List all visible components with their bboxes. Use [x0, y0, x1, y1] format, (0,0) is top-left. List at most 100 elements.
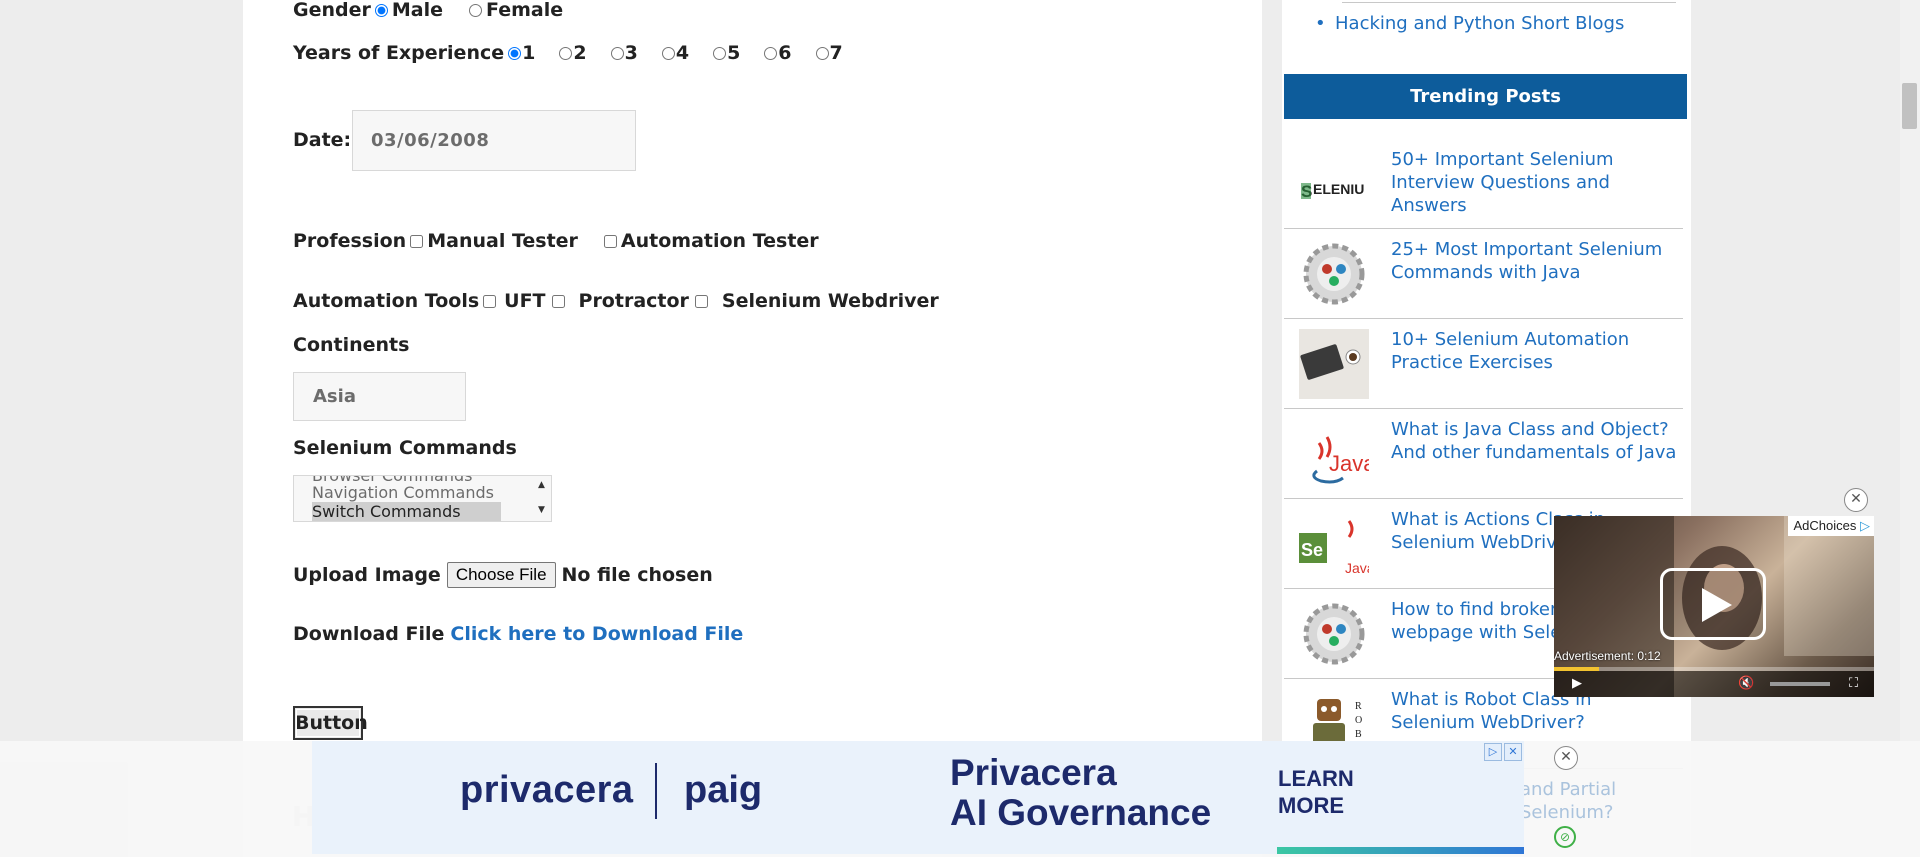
banner-divider: [655, 763, 657, 819]
manual-tester-checkbox[interactable]: [410, 234, 424, 248]
ad-close-small-icon[interactable]: ✕: [1504, 743, 1522, 761]
main-button[interactable]: Button: [293, 706, 368, 740]
trending-post[interactable]: SELENIU 50+ Important Selenium Interview…: [1284, 139, 1683, 229]
scroll-up-icon[interactable]: ▲: [538, 480, 545, 490]
banner-headline-line2: AI Governance: [950, 792, 1212, 833]
experience-radio-4[interactable]: [661, 46, 675, 60]
banner-headline: Privacera AI Governance: [950, 753, 1211, 833]
gender-female-label: Female: [486, 0, 564, 21]
post-thumbnail[interactable]: Se Java: [1299, 511, 1369, 581]
banner-brand: privacera: [460, 769, 634, 811]
uft-checkbox[interactable]: [483, 294, 497, 308]
continents-select[interactable]: Asia: [293, 372, 466, 421]
experience-row: Years of Experience 1 2 3 4 5 6 7: [293, 42, 843, 64]
experience-radio-6[interactable]: [764, 46, 778, 60]
manual-tester-label: Manual Tester: [427, 230, 578, 252]
gender-row: Gender Male Female: [293, 0, 563, 21]
gender-male-label: Male: [391, 0, 444, 21]
experience-option-4: 4: [675, 42, 690, 64]
post-title[interactable]: 10+ Selenium Automation Practice Exercis…: [1391, 328, 1681, 374]
profession-label: Profession: [293, 230, 407, 252]
banner-ad[interactable]: privacera paig Privacera AI Governance L…: [312, 741, 1524, 854]
download-link[interactable]: Click here to Download File: [450, 623, 743, 645]
protractor-checkbox[interactable]: [551, 294, 565, 308]
close-icon[interactable]: ✕: [1554, 746, 1578, 770]
listbox-scrollbar[interactable]: ▲ ▼: [534, 476, 551, 521]
file-status: No file chosen: [561, 564, 713, 586]
experience-label: Years of Experience: [293, 42, 505, 64]
bullet-icon: •: [1315, 13, 1326, 34]
experience-option-5: 5: [727, 42, 741, 64]
experience-radio-5[interactable]: [713, 46, 727, 60]
upload-label: Upload Image: [293, 564, 441, 586]
post-title[interactable]: 50+ Important Selenium Interview Questio…: [1391, 148, 1681, 217]
trending-post[interactable]: 10+ Selenium Automation Practice Exercis…: [1284, 319, 1683, 409]
mute-icon[interactable]: 🔇: [1738, 676, 1754, 691]
gender-label: Gender: [293, 0, 371, 21]
date-label: Date:: [293, 129, 352, 151]
date-input[interactable]: 03/06/2008: [352, 110, 636, 171]
play-small-icon[interactable]: ▶: [1572, 676, 1582, 691]
ad-info-icon[interactable]: ▷: [1484, 743, 1502, 761]
post-thumbnail[interactable]: Java: [1299, 423, 1369, 493]
upload-row: Upload Image Choose File No file chosen: [293, 562, 713, 588]
svg-text:O: O: [1355, 715, 1362, 726]
play-button[interactable]: [1660, 568, 1766, 640]
cta-line2: MORE: [1278, 793, 1344, 818]
post-thumbnail[interactable]: SELENIU: [1299, 153, 1369, 223]
gender-male-radio[interactable]: [374, 3, 388, 17]
download-row: Download File Click here to Download Fil…: [293, 623, 743, 645]
banner-product: paig: [684, 769, 763, 811]
selenium-webdriver-checkbox[interactable]: [694, 294, 708, 308]
continents-row: Continents: [293, 334, 409, 356]
cta-line1: LEARN: [1278, 766, 1354, 791]
adchoices-badge[interactable]: AdChoices ▷: [1787, 516, 1874, 536]
experience-option-7: 7: [829, 42, 843, 64]
ad-timer-label: Advertisement: 0:12: [1554, 649, 1661, 663]
banner-accent-bar: [1277, 847, 1524, 854]
listbox-option[interactable]: Navigation Commands: [312, 483, 494, 502]
sidebar-link-hacking-python[interactable]: Hacking and Python Short Blogs: [1335, 13, 1624, 34]
learn-more-button[interactable]: LEARN MORE: [1278, 765, 1354, 819]
video-controls: ▶ 🔇 ⛶: [1554, 671, 1874, 697]
experience-radio-7[interactable]: [815, 46, 829, 60]
post-title[interactable]: 25+ Most Important Selenium Commands wit…: [1391, 238, 1681, 284]
svg-text:B: B: [1355, 729, 1362, 740]
sidebar-divider: [1342, 2, 1676, 3]
date-row: Date:: [293, 129, 351, 151]
selenium-commands-label: Selenium Commands: [293, 437, 517, 459]
experience-option-2: 2: [573, 42, 587, 64]
close-icon[interactable]: ✕: [1844, 488, 1868, 512]
trending-post[interactable]: Java What is Java Class and Object? And …: [1284, 409, 1683, 499]
ad-info-icons[interactable]: ▷ ✕: [1484, 743, 1522, 761]
fullscreen-icon[interactable]: ⛶: [1849, 676, 1858, 691]
automation-tester-checkbox[interactable]: [603, 234, 617, 248]
selenium-commands-listbox[interactable]: Browser Commands Navigation Commands Swi…: [293, 475, 552, 522]
gender-female-radio[interactable]: [469, 3, 483, 17]
volume-slider[interactable]: [1770, 682, 1830, 686]
svg-text:Se: Se: [1301, 540, 1323, 560]
page-scrollbar-thumb[interactable]: [1902, 83, 1917, 129]
experience-option-1: 1: [522, 42, 536, 64]
ad-badge-icon[interactable]: ⊘: [1554, 826, 1576, 848]
experience-radio-3[interactable]: [610, 46, 624, 60]
post-thumbnail[interactable]: [1299, 329, 1369, 399]
trending-post[interactable]: 25+ Most Important Selenium Commands wit…: [1284, 229, 1683, 319]
selenium-commands-row: Selenium Commands: [293, 437, 517, 459]
banner-headline-line1: Privacera: [950, 752, 1117, 793]
svg-text:R: R: [1355, 701, 1362, 712]
svg-text:ELENIU: ELENIU: [1313, 181, 1364, 197]
continents-label: Continents: [293, 334, 410, 356]
profession-row: Profession Manual Tester Automation Test…: [293, 230, 819, 252]
experience-radio-2[interactable]: [559, 46, 573, 60]
scroll-down-icon[interactable]: ▼: [538, 505, 545, 515]
post-title[interactable]: What is Java Class and Object? And other…: [1391, 418, 1681, 464]
experience-radio-1[interactable]: [508, 46, 522, 60]
download-label: Download File: [293, 623, 445, 645]
video-ad[interactable]: AdChoices ▷ Advertisement: 0:12 ▶ 🔇 ⛶: [1554, 516, 1874, 697]
choose-file-button[interactable]: Choose File: [446, 562, 556, 588]
automation-tester-label: Automation Tester: [620, 230, 819, 252]
listbox-option-selected[interactable]: Switch Commands: [312, 502, 501, 521]
post-thumbnail[interactable]: [1299, 239, 1369, 309]
post-thumbnail[interactable]: [1299, 599, 1369, 669]
